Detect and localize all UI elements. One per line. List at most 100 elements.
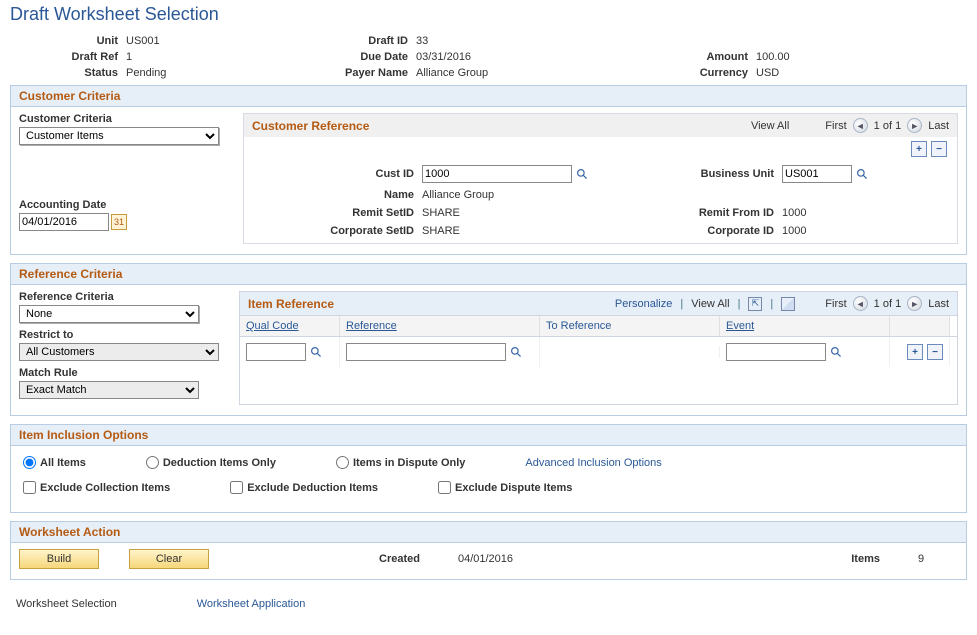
restrict-select[interactable]: All Customers (19, 343, 219, 361)
corp-setid-value: SHARE (422, 225, 642, 237)
created-value: 04/01/2016 (458, 553, 513, 565)
lookup-icon[interactable] (509, 345, 523, 359)
add-row-button[interactable]: + (911, 141, 927, 157)
range-label: 1 of 1 (874, 298, 902, 310)
draft-id-label: Draft ID (306, 35, 416, 47)
deduction-only-radio[interactable] (146, 456, 159, 469)
payer-name-value: Alliance Group (416, 67, 636, 79)
remove-row-button[interactable]: − (931, 141, 947, 157)
last-label: Last (928, 120, 949, 132)
inclusion-options-section: Item Inclusion Options All Items Deducti… (10, 424, 967, 513)
page-title: Draft Worksheet Selection (10, 4, 967, 25)
currency-label: Currency (636, 67, 756, 79)
amount-value: 100.00 (756, 51, 886, 63)
created-label: Created (379, 553, 428, 565)
cust-id-label: Cust ID (252, 168, 422, 180)
amount-label: Amount (636, 51, 756, 63)
all-items-option[interactable]: All Items (23, 456, 86, 469)
match-select[interactable]: Exact Match (19, 381, 199, 399)
zoom-icon[interactable]: ⇱ (748, 297, 762, 311)
lookup-icon[interactable] (855, 167, 869, 181)
deduction-only-option[interactable]: Deduction Items Only (146, 456, 276, 469)
status-label: Status (16, 67, 126, 79)
build-button[interactable]: Build (19, 549, 99, 569)
col-actions (890, 316, 950, 336)
customer-criteria-title: Customer Criteria (11, 86, 966, 107)
exclude-dispute-option[interactable]: Exclude Dispute Items (438, 481, 572, 494)
first-label: First (825, 120, 846, 132)
bottom-tabs: Worksheet Selection Worksheet Applicatio… (10, 588, 967, 620)
items-label: Items (851, 553, 888, 565)
ref-criteria-label: Reference Criteria (19, 291, 229, 303)
all-items-radio[interactable] (23, 456, 36, 469)
calendar-icon[interactable]: 31 (111, 214, 127, 230)
exclude-collection-check[interactable] (23, 481, 36, 494)
reference-criteria-title: Reference Criteria (11, 264, 966, 285)
corp-id-value: 1000 (782, 225, 902, 237)
payer-name-label: Payer Name (306, 67, 416, 79)
reference-input[interactable] (346, 343, 506, 361)
clear-button[interactable]: Clear (129, 549, 209, 569)
corp-setid-label: Corporate SetID (252, 225, 422, 237)
range-label: 1 of 1 (874, 120, 902, 132)
download-icon[interactable] (781, 297, 795, 311)
cust-id-input[interactable] (422, 165, 572, 183)
qual-input[interactable] (246, 343, 306, 361)
exclude-dispute-check[interactable] (438, 481, 451, 494)
dispute-only-radio[interactable] (336, 456, 349, 469)
remit-setid-label: Remit SetID (252, 207, 422, 219)
tab-worksheet-application[interactable]: Worksheet Application (197, 598, 306, 610)
due-date-value: 03/31/2016 (416, 51, 636, 63)
status-value: Pending (126, 67, 306, 79)
prev-icon[interactable]: ◄ (853, 118, 868, 133)
remit-from-id-label: Remit From ID (642, 207, 782, 219)
lookup-icon[interactable] (575, 167, 589, 181)
lookup-icon[interactable] (309, 345, 323, 359)
ref-criteria-select[interactable]: None (19, 305, 199, 323)
draft-ref-label: Draft Ref (16, 51, 126, 63)
remit-setid-value: SHARE (422, 207, 642, 219)
col-event[interactable]: Event (720, 316, 890, 336)
accounting-date-label: Accounting Date (19, 199, 229, 211)
remove-row-button[interactable]: − (927, 344, 943, 360)
customer-reference-title: Customer Reference (252, 119, 369, 133)
col-to-reference[interactable]: To Reference (540, 316, 720, 336)
prev-icon[interactable]: ◄ (853, 296, 868, 311)
lookup-icon[interactable] (829, 345, 843, 359)
name-label: Name (252, 189, 422, 201)
items-value: 9 (918, 553, 958, 565)
to-reference-cell (540, 346, 720, 358)
personalize-link[interactable]: Personalize (615, 298, 672, 310)
next-icon[interactable]: ► (907, 118, 922, 133)
dispute-only-option[interactable]: Items in Dispute Only (336, 456, 465, 469)
exclude-collection-option[interactable]: Exclude Collection Items (23, 481, 170, 494)
last-label: Last (928, 298, 949, 310)
tab-worksheet-selection[interactable]: Worksheet Selection (16, 598, 117, 610)
remit-from-id-value: 1000 (782, 207, 902, 219)
accounting-date-input[interactable] (19, 213, 109, 231)
draft-id-value: 33 (416, 35, 636, 47)
exclude-deduction-check[interactable] (230, 481, 243, 494)
header-summary: Unit US001 Draft ID 33 Draft Ref 1 Due D… (10, 35, 967, 79)
item-reference-title: Item Reference (248, 297, 334, 311)
customer-criteria-select[interactable]: Customer Items (19, 127, 219, 145)
customer-criteria-label: Customer Criteria (19, 113, 229, 125)
match-label: Match Rule (19, 367, 229, 379)
view-all-link[interactable]: View All (691, 298, 729, 310)
view-all-link[interactable]: View All (751, 120, 789, 132)
advanced-inclusion-link[interactable]: Advanced Inclusion Options (525, 457, 661, 469)
bu-input[interactable] (782, 165, 852, 183)
col-reference[interactable]: Reference (340, 316, 540, 336)
draft-ref-value: 1 (126, 51, 306, 63)
action-title: Worksheet Action (11, 522, 966, 543)
unit-value: US001 (126, 35, 306, 47)
restrict-label: Restrict to (19, 329, 229, 341)
first-label: First (825, 298, 846, 310)
event-input[interactable] (726, 343, 826, 361)
col-qual[interactable]: Qual Code (240, 316, 340, 336)
exclude-deduction-option[interactable]: Exclude Deduction Items (230, 481, 378, 494)
next-icon[interactable]: ► (907, 296, 922, 311)
add-row-button[interactable]: + (907, 344, 923, 360)
corp-id-label: Corporate ID (642, 225, 782, 237)
name-value: Alliance Group (422, 189, 642, 201)
